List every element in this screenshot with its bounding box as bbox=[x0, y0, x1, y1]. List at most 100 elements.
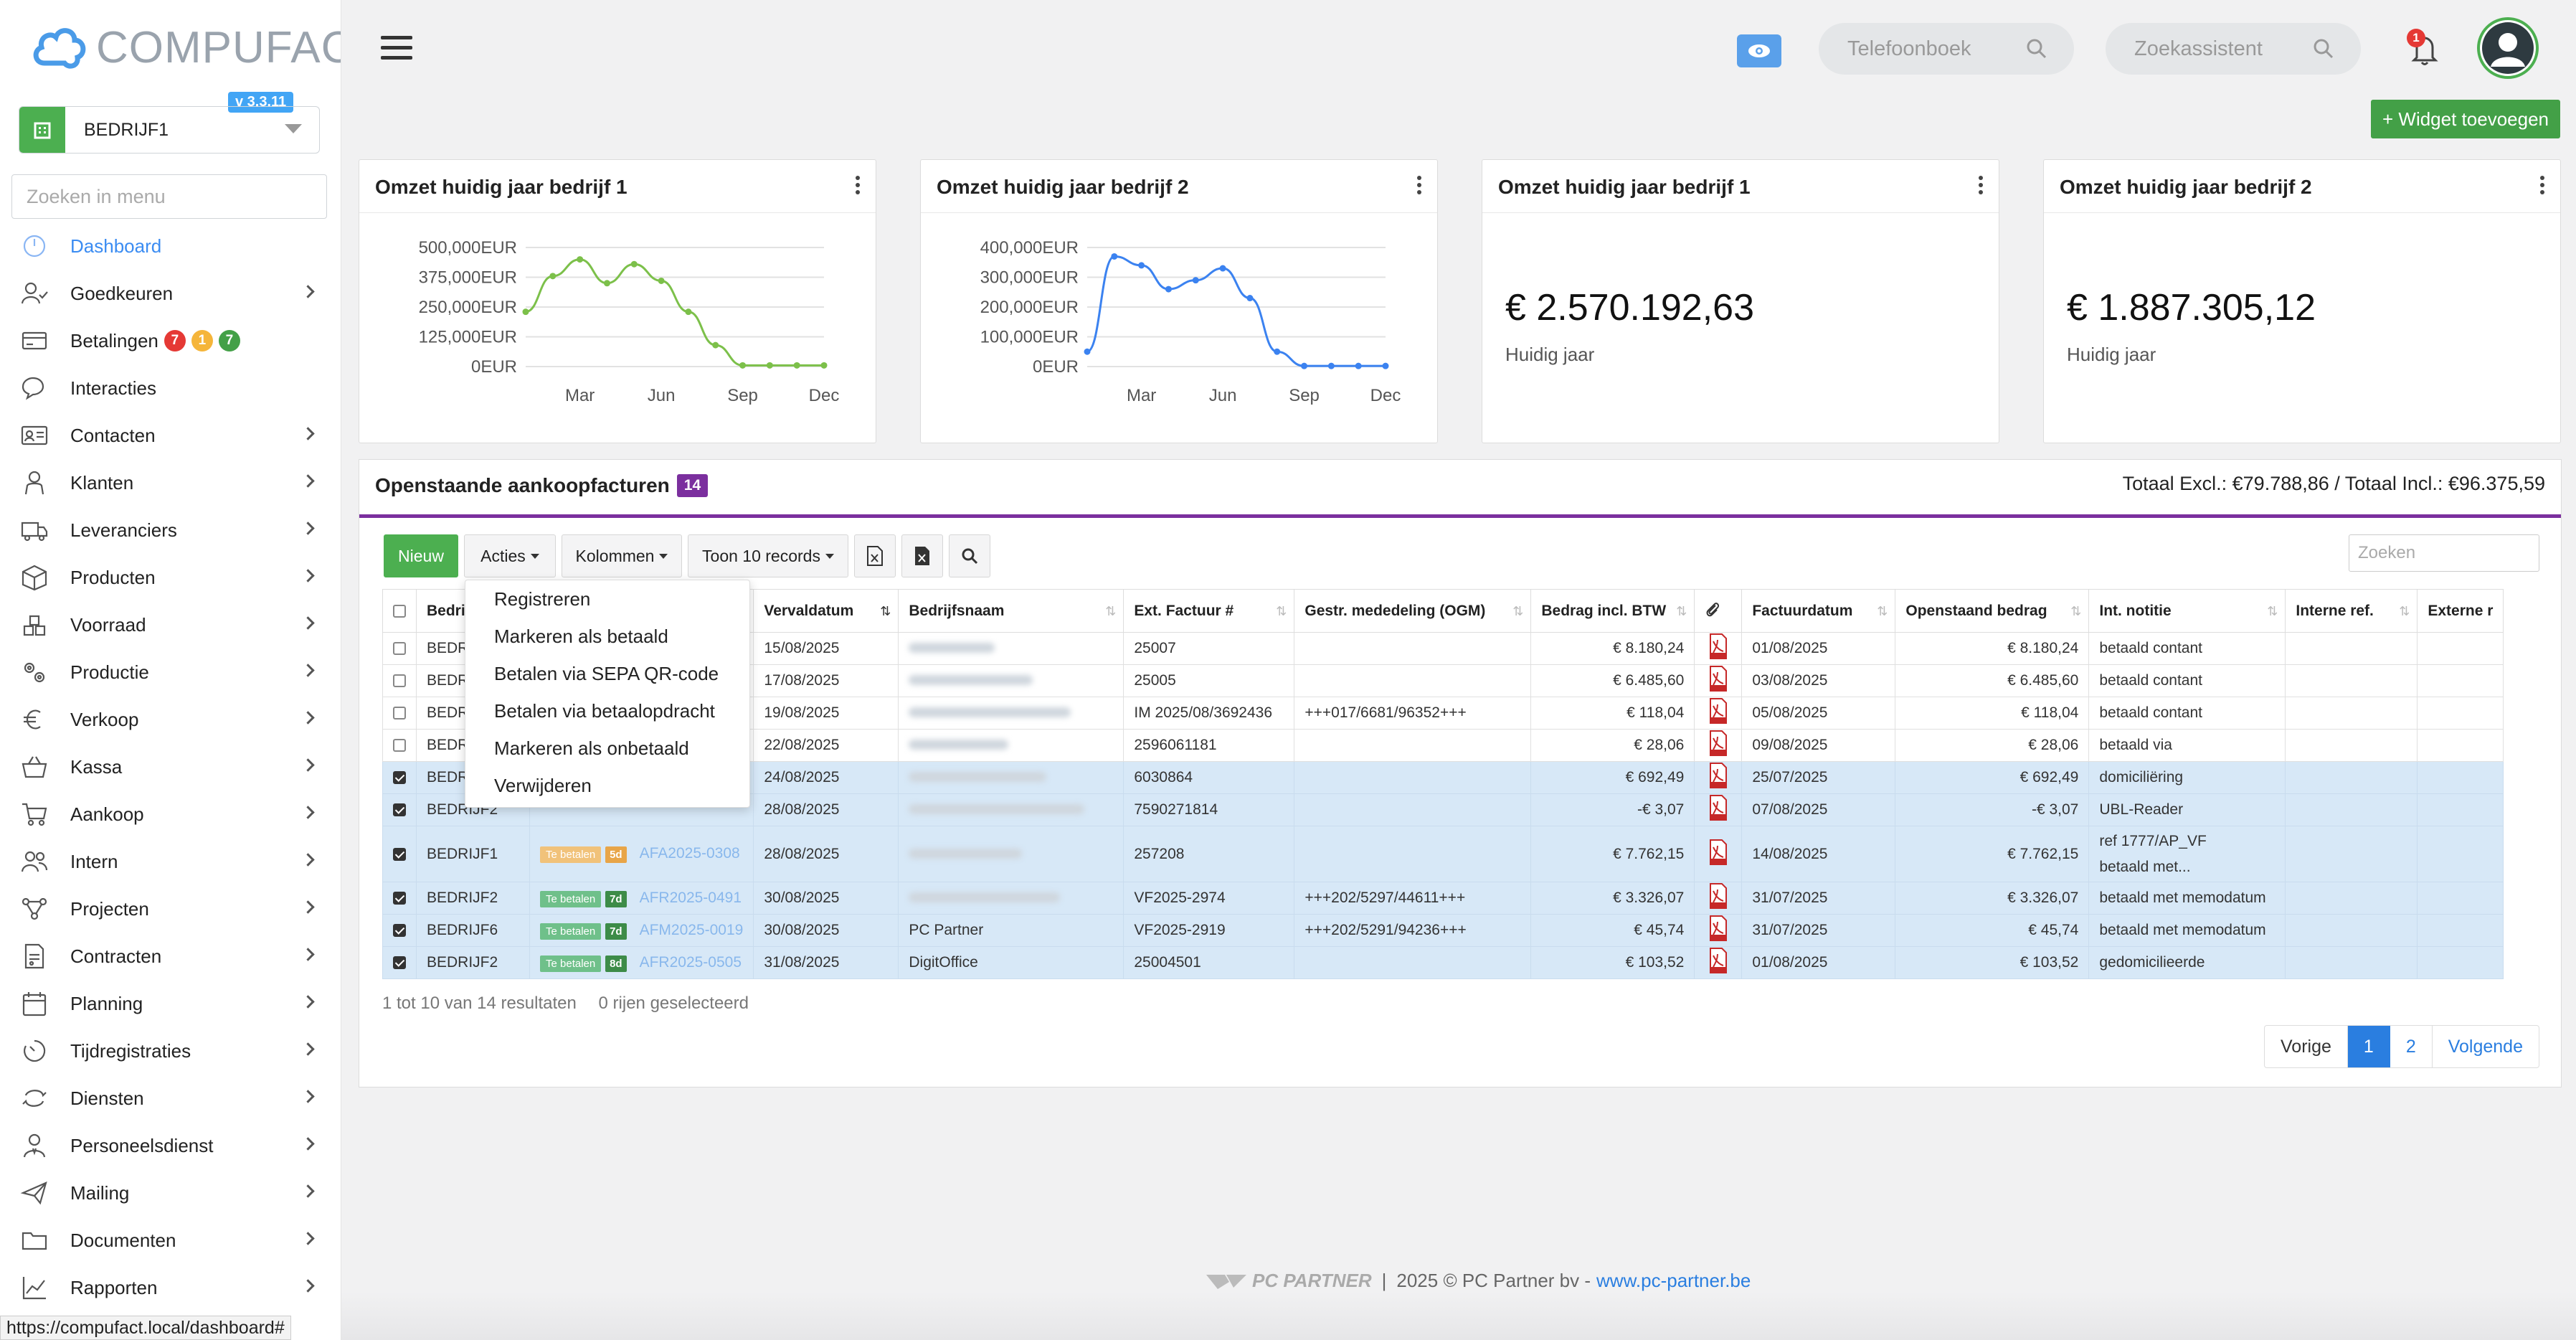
hamburger-menu-icon[interactable] bbox=[381, 36, 412, 62]
next-page-button[interactable]: Volgende bbox=[2433, 1026, 2539, 1067]
data-point[interactable] bbox=[522, 308, 529, 316]
sort-icon[interactable]: ⇅ bbox=[880, 604, 891, 619]
sidebar-item-productie[interactable]: Productie bbox=[0, 648, 341, 696]
data-point[interactable] bbox=[793, 362, 800, 369]
col-company-name[interactable]: Bedrijfsnaam ⇅ bbox=[898, 589, 1124, 633]
table-row[interactable]: BEDRIJF6 Te betalen 7d AFM2025-0019 30/08/2… bbox=[382, 914, 2504, 947]
sidebar-item-planning[interactable]: Planning bbox=[0, 980, 341, 1027]
data-point[interactable] bbox=[1165, 286, 1172, 293]
reference-link[interactable]: AFM2025-0019 bbox=[640, 922, 744, 938]
checkbox-icon[interactable] bbox=[393, 803, 406, 817]
data-point[interactable] bbox=[820, 362, 828, 369]
pdf-icon[interactable] bbox=[1709, 697, 1728, 725]
sort-icon[interactable]: ⇅ bbox=[2267, 604, 2278, 619]
attachment-cell[interactable] bbox=[1694, 729, 1743, 762]
page-2-button[interactable]: 2 bbox=[2390, 1026, 2433, 1067]
sort-icon[interactable]: ⇅ bbox=[2070, 604, 2081, 619]
data-point[interactable] bbox=[1219, 265, 1226, 272]
checkbox-icon[interactable] bbox=[393, 771, 406, 785]
col-invoice-date[interactable]: Factuurdatum ⇅ bbox=[1741, 589, 1896, 633]
sidebar-item-projecten[interactable]: Projecten bbox=[0, 885, 341, 933]
checkbox-icon[interactable] bbox=[393, 924, 406, 938]
col-due-date[interactable]: Vervaldatum ⇅ bbox=[753, 589, 899, 633]
menu-item-betalen-via-betaalopdracht[interactable]: Betalen via betaalopdracht bbox=[465, 692, 749, 730]
col-internal-ref[interactable]: Interne ref. ⇅ bbox=[2285, 589, 2418, 633]
sidebar-item-mailing[interactable]: Mailing bbox=[0, 1169, 341, 1217]
search-icon[interactable] bbox=[949, 534, 990, 577]
phonebook-search-input[interactable]: Telefoonboek bbox=[1819, 23, 2074, 75]
pdf-icon[interactable] bbox=[1709, 665, 1728, 692]
table-row[interactable]: BEDRIJF2 Te betalen 8d AFR2025-0505 31/08/2… bbox=[382, 946, 2504, 979]
row-checkbox-cell[interactable] bbox=[382, 882, 417, 915]
reference-link[interactable]: AFR2025-0491 bbox=[640, 890, 742, 906]
sidebar-item-kassa[interactable]: Kassa bbox=[0, 743, 341, 791]
data-point[interactable] bbox=[549, 273, 557, 280]
reference-link[interactable]: AFA2025-0308 bbox=[640, 845, 740, 862]
data-point[interactable] bbox=[1382, 362, 1389, 369]
col-attachment[interactable] bbox=[1694, 589, 1743, 633]
data-point[interactable] bbox=[577, 256, 584, 263]
table-row[interactable]: BEDRIJF2 Te betalen 7d AFR2025-0491 30/08/2… bbox=[382, 882, 2504, 915]
attachment-cell[interactable] bbox=[1694, 882, 1743, 915]
pdf-icon[interactable] bbox=[1709, 839, 1728, 866]
attachment-cell[interactable] bbox=[1694, 914, 1743, 947]
row-checkbox-cell[interactable] bbox=[382, 914, 417, 947]
select-all-checkbox[interactable] bbox=[382, 589, 417, 633]
checkbox-icon[interactable] bbox=[393, 674, 406, 688]
pdf-icon[interactable] bbox=[1709, 947, 1728, 974]
data-point[interactable] bbox=[1246, 295, 1254, 302]
attachment-cell[interactable] bbox=[1694, 826, 1743, 882]
eye-icon[interactable] bbox=[1737, 34, 1781, 67]
data-point[interactable] bbox=[603, 280, 610, 287]
row-checkbox-cell[interactable] bbox=[382, 946, 417, 979]
row-checkbox-cell[interactable] bbox=[382, 826, 417, 882]
sidebar-item-betalingen[interactable]: Betalingen 7 1 7 bbox=[0, 317, 341, 364]
sidebar-item-personeelsdienst[interactable]: Personeelsdienst bbox=[0, 1122, 341, 1169]
data-point[interactable] bbox=[1138, 262, 1145, 269]
sort-icon[interactable]: ⇅ bbox=[1512, 604, 1523, 619]
sidebar-item-aankoop[interactable]: Aankoop bbox=[0, 791, 341, 838]
sidebar-item-leveranciers[interactable]: Leveranciers bbox=[0, 506, 341, 554]
prev-page-button[interactable]: Vorige bbox=[2265, 1026, 2348, 1067]
table-row[interactable]: BEDRIJF1 Te betalen 5d AFA2025-0308 28/08/2… bbox=[382, 826, 2504, 882]
menu-item-betalen-via-sepa-qr-code[interactable]: Betalen via SEPA QR-code bbox=[465, 655, 749, 692]
menu-item-registreren[interactable]: Registreren bbox=[465, 580, 749, 618]
row-checkbox-cell[interactable] bbox=[382, 761, 417, 794]
data-point[interactable] bbox=[1084, 348, 1091, 355]
kebab-menu-icon[interactable] bbox=[1979, 176, 1984, 197]
data-point[interactable] bbox=[1355, 362, 1362, 369]
data-point[interactable] bbox=[685, 308, 692, 316]
checkbox-icon[interactable] bbox=[393, 604, 406, 618]
pdf-icon[interactable] bbox=[1709, 633, 1728, 660]
data-point[interactable] bbox=[1301, 362, 1308, 369]
avatar[interactable] bbox=[2477, 17, 2539, 79]
checkbox-icon[interactable] bbox=[393, 642, 406, 656]
data-point[interactable] bbox=[766, 362, 773, 369]
sidebar-item-contracten[interactable]: Contracten bbox=[0, 933, 341, 980]
export-file-icon[interactable] bbox=[901, 534, 943, 577]
sidebar-item-rapporten[interactable]: Rapporten bbox=[0, 1264, 341, 1311]
search-icon[interactable] bbox=[2025, 37, 2048, 60]
reference-link[interactable]: AFR2025-0505 bbox=[640, 954, 742, 971]
col-external-ref[interactable]: Externe r bbox=[2417, 589, 2504, 633]
data-point[interactable] bbox=[1274, 348, 1281, 355]
sidebar-item-klanten[interactable]: Klanten bbox=[0, 459, 341, 506]
add-widget-button[interactable]: + Widget toevoegen bbox=[2371, 100, 2560, 138]
data-point[interactable] bbox=[630, 260, 638, 268]
kebab-menu-icon[interactable] bbox=[2540, 176, 2546, 197]
menu-item-markeren-als-onbetaald[interactable]: Markeren als onbetaald bbox=[465, 730, 749, 767]
col-amount[interactable]: Bedrag incl. BTW ⇅ bbox=[1530, 589, 1695, 633]
footer-link[interactable]: www.pc-partner.be bbox=[1596, 1270, 1751, 1292]
table-search-input[interactable]: Zoeken bbox=[2349, 534, 2539, 572]
attachment-cell[interactable] bbox=[1694, 761, 1743, 794]
page-size-dropdown[interactable]: Toon 10 records bbox=[688, 534, 848, 577]
col-ogm[interactable]: Gestr. mededeling (OGM) ⇅ bbox=[1294, 589, 1532, 633]
sidebar-item-dashboard[interactable]: Dashboard bbox=[0, 222, 341, 270]
sidebar-item-contacten[interactable]: Contacten bbox=[0, 412, 341, 459]
app-logo[interactable]: COMPUFACT bbox=[32, 22, 341, 75]
pdf-icon[interactable] bbox=[1709, 882, 1728, 910]
sort-icon[interactable]: ⇅ bbox=[1676, 604, 1687, 619]
checkbox-icon[interactable] bbox=[393, 892, 406, 905]
sidebar-item-intern[interactable]: Intern bbox=[0, 838, 341, 885]
pdf-icon[interactable] bbox=[1709, 915, 1728, 942]
